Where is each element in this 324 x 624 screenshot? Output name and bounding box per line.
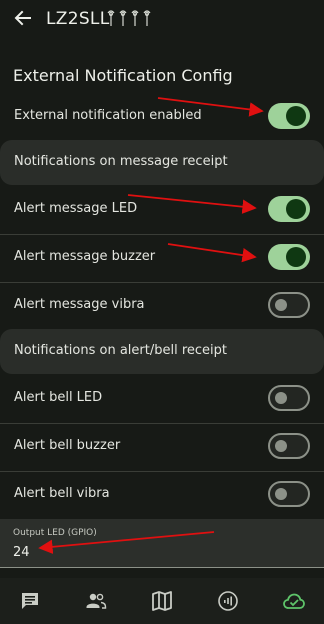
app-title: LZ2SLL	[46, 9, 110, 29]
row-label: Alert bell vibra	[14, 486, 110, 501]
group-header-label: Notifications on message receipt	[14, 154, 228, 169]
external-notification-switch[interactable]	[268, 103, 310, 129]
row-label: Alert bell LED	[14, 390, 103, 405]
map-icon	[152, 591, 172, 611]
row-label: Alert bell buzzer	[14, 438, 121, 453]
back-button[interactable]	[10, 6, 38, 30]
switch-knob	[286, 106, 306, 126]
switch-knob	[275, 299, 287, 311]
nav-channels[interactable]	[216, 589, 240, 613]
section-title: External Notification Config	[13, 66, 233, 85]
row-label: Alert message buzzer	[14, 249, 156, 264]
switch-knob	[275, 488, 287, 500]
nav-nodes[interactable]	[84, 589, 108, 613]
switch-knob	[275, 440, 287, 452]
cloud-check-icon	[283, 593, 305, 609]
people-icon	[86, 593, 107, 609]
nav-messages[interactable]	[18, 589, 42, 613]
bottom-nav	[0, 578, 324, 624]
nav-settings-connections[interactable]	[282, 589, 306, 613]
row-label: External notification enabled	[14, 108, 202, 123]
alert-message-vibra-switch[interactable]	[268, 292, 310, 318]
chat-icon	[22, 593, 38, 609]
row-alert-bell-led[interactable]: Alert bell LED	[0, 376, 324, 422]
alert-message-led-switch[interactable]	[268, 196, 310, 222]
signal-icon	[218, 591, 238, 611]
row-alert-message-led[interactable]: Alert message LED	[0, 187, 324, 233]
alert-message-buzzer-switch[interactable]	[268, 244, 310, 270]
switch-knob	[286, 199, 306, 219]
row-alert-bell-buzzer[interactable]: Alert bell buzzer	[0, 424, 324, 470]
row-external-notification-enabled[interactable]: External notification enabled	[0, 94, 324, 140]
top-bar: LZ2SLL	[0, 0, 324, 42]
row-alert-message-vibra[interactable]: Alert message vibra	[0, 283, 324, 329]
row-alert-bell-vibra[interactable]: Alert bell vibra	[0, 472, 324, 518]
alert-bell-buzzer-switch[interactable]	[268, 433, 310, 459]
antenna-icons	[107, 10, 151, 26]
switch-knob	[286, 247, 306, 267]
alert-bell-led-switch[interactable]	[268, 385, 310, 411]
nav-map[interactable]	[150, 589, 174, 613]
arrow-left-icon	[14, 10, 31, 26]
group-header-message: Notifications on message receipt	[0, 140, 324, 185]
alert-bell-vibra-switch[interactable]	[268, 481, 310, 507]
output-led-field[interactable]: Output LED (GPIO) 24	[0, 519, 324, 568]
group-header-label: Notifications on alert/bell receipt	[14, 343, 227, 358]
switch-knob	[275, 392, 287, 404]
output-led-label: Output LED (GPIO)	[13, 528, 97, 538]
row-label: Alert message LED	[14, 201, 138, 216]
row-label: Alert message vibra	[14, 297, 145, 312]
row-alert-message-buzzer[interactable]: Alert message buzzer	[0, 235, 324, 281]
output-led-value[interactable]: 24	[13, 545, 30, 560]
group-header-bell: Notifications on alert/bell receipt	[0, 329, 324, 374]
